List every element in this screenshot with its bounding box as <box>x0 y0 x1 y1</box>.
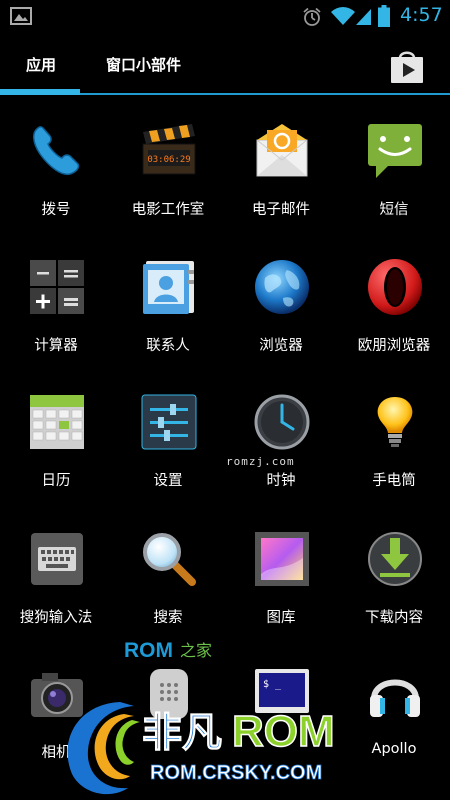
app-email[interactable]: 电子邮件 <box>225 122 337 242</box>
tab-widgets[interactable]: 窗口小部件 <box>106 54 181 75</box>
app-label: 短信 <box>379 202 409 218</box>
clock-icon <box>254 394 310 450</box>
settings-sliders-icon <box>141 394 197 450</box>
app-label: 下载内容 <box>365 610 423 626</box>
app-dialer[interactable]: 拨号 <box>0 122 112 242</box>
app-label: 搜索 <box>153 610 183 626</box>
app-label: 设置 <box>153 473 183 489</box>
tab-bar: 应用 窗口小部件 <box>0 34 450 96</box>
app-contacts[interactable]: 联系人 <box>112 258 224 378</box>
signal-icon <box>356 9 371 25</box>
app-label: 欧朋浏览器 <box>357 338 431 354</box>
email-icon <box>256 124 308 177</box>
browser-globe-icon <box>255 260 309 314</box>
app-movie-studio[interactable]: 03:06:29 电影工作室 <box>112 122 224 242</box>
status-bar: 4:57 <box>0 0 450 34</box>
magnifier-icon <box>143 533 196 586</box>
app-label: 浏览器 <box>259 338 303 354</box>
rom-zhijia-cn: 之家 <box>180 641 212 660</box>
app-flashlight[interactable]: 手电筒 <box>338 393 450 513</box>
flashlight-bulb-icon <box>377 397 413 447</box>
feifan-rom-watermark: 非凡 ROM ROM.CRSKY.COM <box>67 702 335 795</box>
app-label: 搜狗输入法 <box>19 610 93 626</box>
contacts-icon <box>143 261 194 314</box>
app-label: 计算器 <box>34 338 78 354</box>
sms-icon <box>368 124 422 178</box>
phone-icon <box>33 126 80 176</box>
app-label: 电子邮件 <box>252 202 310 218</box>
feifan-cn: 非凡 <box>142 710 222 756</box>
app-label: 图库 <box>266 610 296 626</box>
app-sogou-input[interactable]: 搜狗输入法 <box>0 530 112 650</box>
calendar-icon <box>30 395 84 449</box>
play-store-icon[interactable] <box>388 48 426 84</box>
terminal-prompt: $ _ <box>263 679 282 690</box>
clock-time: 4:57 <box>400 4 443 26</box>
app-label: 联系人 <box>146 338 190 354</box>
tab-apps[interactable]: 应用 <box>26 54 56 75</box>
alarm-icon <box>303 7 321 26</box>
app-label: 时钟 <box>266 473 296 489</box>
calculator-icon <box>30 260 84 314</box>
clapperboard-icon: 03:06:29 <box>142 124 196 175</box>
app-label: 手电筒 <box>372 473 416 489</box>
app-opera[interactable]: 欧朋浏览器 <box>338 258 450 378</box>
app-label: 日历 <box>41 473 71 489</box>
app-gallery[interactable]: 图库 <box>225 530 337 650</box>
app-browser[interactable]: 浏览器 <box>225 258 337 378</box>
keyboard-icon <box>31 533 83 585</box>
app-messaging[interactable]: 短信 <box>338 122 450 242</box>
app-calculator[interactable]: 计算器 <box>0 258 112 378</box>
app-calendar[interactable]: 日历 <box>0 393 112 513</box>
watermark-romzj: romzj.com <box>226 455 295 468</box>
tab-active-indicator <box>0 89 80 95</box>
feifan-url: ROM.CRSKY.COM <box>150 762 322 784</box>
battery-icon <box>378 5 390 27</box>
opera-icon <box>368 259 422 315</box>
rom-zhijia-watermark: ROM 之家 <box>124 639 212 662</box>
picture-icon <box>10 7 32 25</box>
app-clock[interactable]: 时钟 <box>225 393 337 513</box>
wifi-icon <box>331 7 355 25</box>
gallery-icon <box>255 532 309 586</box>
app-downloads[interactable]: 下载内容 <box>338 530 450 650</box>
app-label: 拨号 <box>41 202 71 218</box>
download-icon <box>368 532 422 586</box>
clapper-timecode: 03:06:29 <box>147 155 190 165</box>
feifan-rom: ROM <box>232 707 335 756</box>
app-settings[interactable]: 设置 <box>112 393 224 513</box>
app-search[interactable]: 搜索 <box>112 530 224 650</box>
rom-zhijia-rom: ROM <box>124 639 173 662</box>
app-label: 电影工作室 <box>131 202 205 218</box>
